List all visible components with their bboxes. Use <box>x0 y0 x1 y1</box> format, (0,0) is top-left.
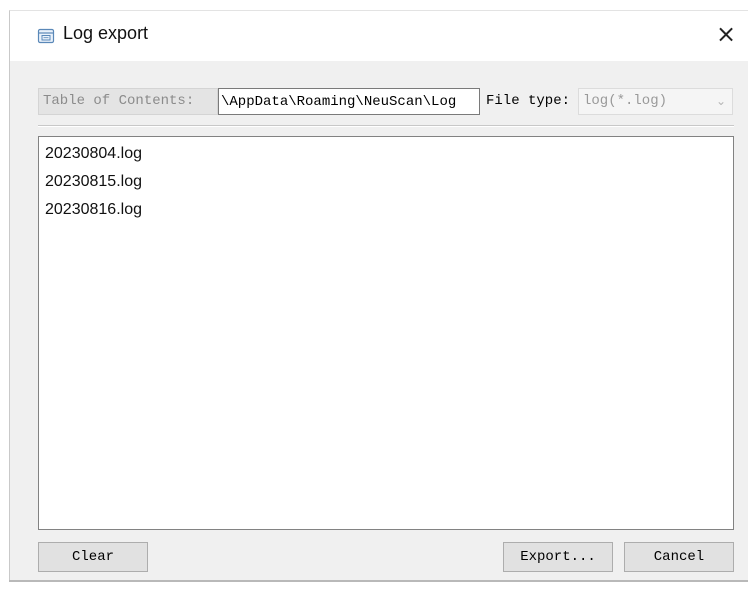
title-bar[interactable]: Log export × <box>10 11 748 61</box>
file-type-dropdown[interactable]: log(*.log) ⌄ <box>578 88 733 115</box>
window-bottom-border <box>9 580 748 582</box>
chevron-down-icon: ⌄ <box>715 94 726 108</box>
log-export-dialog: Log export × Table of Contents: File typ… <box>9 10 748 582</box>
window-title: Log export <box>63 23 149 43</box>
directory-path-input[interactable] <box>218 88 480 115</box>
export-button[interactable]: Export... <box>503 542 613 572</box>
cancel-button[interactable]: Cancel <box>624 542 734 572</box>
log-file-list[interactable]: 20230804.log 20230815.log 20230816.log <box>38 136 734 530</box>
dialog-body: Table of Contents: File type: log(*.log)… <box>10 61 748 582</box>
file-type-label: File type: <box>486 93 571 109</box>
file-type-value: log(*.log) <box>583 93 668 109</box>
close-icon[interactable]: × <box>711 19 741 51</box>
list-item[interactable]: 20230815.log <box>45 173 142 191</box>
clear-button[interactable]: Clear <box>38 542 148 572</box>
list-item[interactable]: 20230816.log <box>45 201 142 219</box>
list-item[interactable]: 20230804.log <box>45 145 142 163</box>
divider <box>38 125 734 127</box>
table-of-contents-label: Table of Contents: <box>38 88 218 115</box>
app-window-icon <box>37 27 55 45</box>
